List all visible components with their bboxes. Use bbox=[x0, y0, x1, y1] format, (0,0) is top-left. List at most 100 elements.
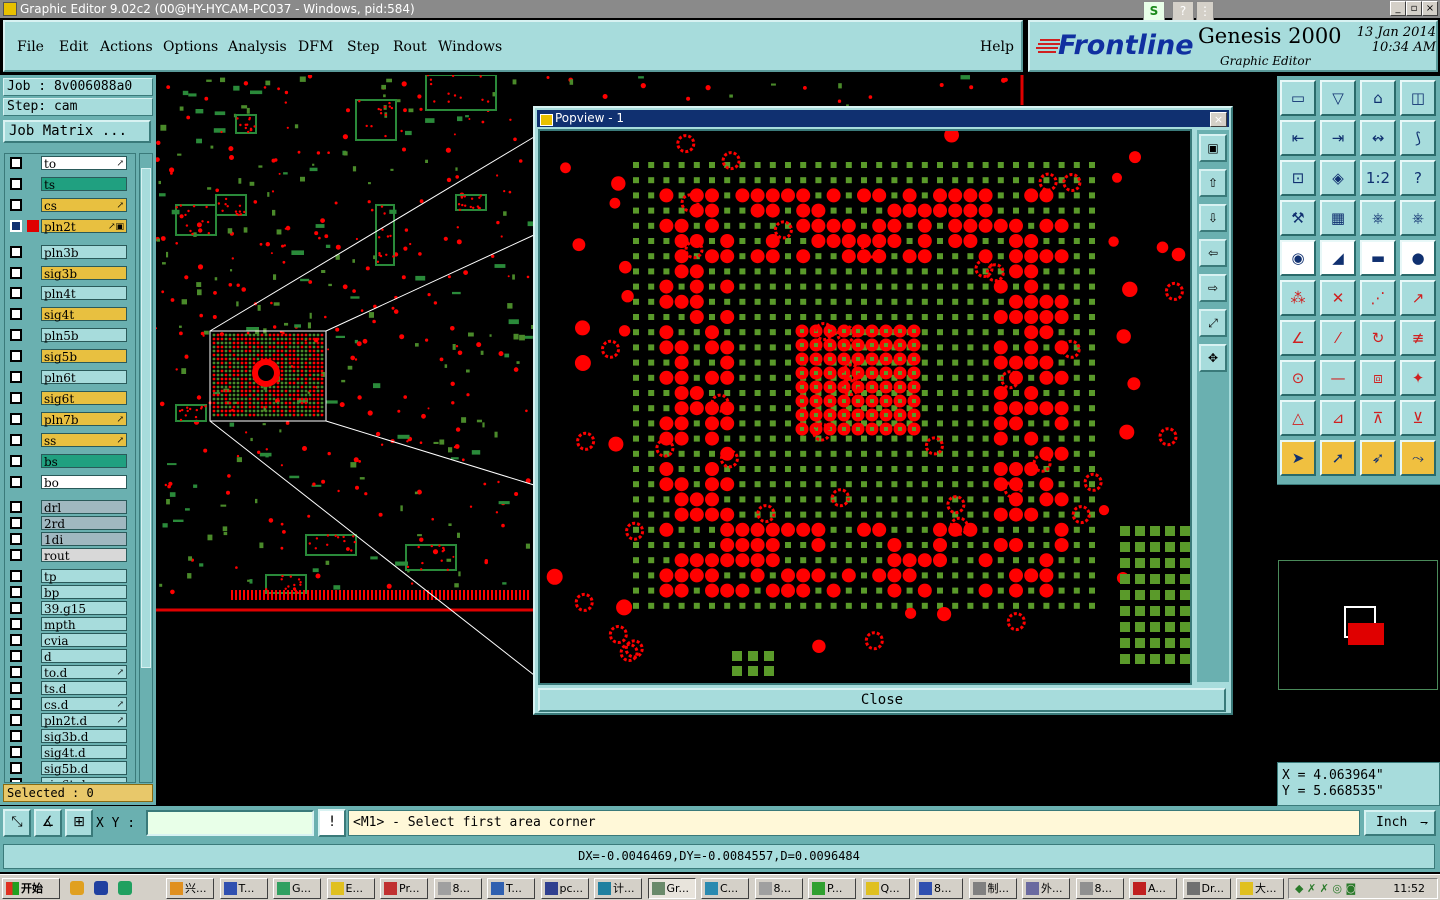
layer-checkbox[interactable] bbox=[10, 157, 22, 169]
layer-row[interactable]: sig6t bbox=[7, 390, 135, 406]
taskbar-item[interactable]: T... bbox=[219, 878, 268, 899]
layer-name[interactable]: cvia bbox=[41, 633, 127, 648]
pads-icon[interactable]: ✦ bbox=[1400, 360, 1436, 396]
net-red-2-icon[interactable]: ⎈ bbox=[1400, 200, 1436, 236]
layer-checkbox[interactable] bbox=[10, 501, 22, 514]
layer-name[interactable]: ts bbox=[41, 176, 127, 192]
layer-checkbox[interactable] bbox=[10, 350, 22, 363]
swap-icon[interactable]: ↭ bbox=[1360, 120, 1396, 156]
taskbar-item[interactable]: Dr... bbox=[1182, 878, 1231, 899]
layer-row[interactable]: sig3b.d bbox=[7, 729, 135, 744]
menu-step[interactable]: Step bbox=[347, 39, 379, 55]
window-icon[interactable]: ◫ bbox=[1400, 80, 1436, 116]
layer-row[interactable]: pln5b bbox=[7, 328, 135, 343]
layer-checkbox[interactable] bbox=[10, 570, 22, 583]
layer-checkbox[interactable] bbox=[10, 308, 22, 321]
menu-windows[interactable]: Windows bbox=[438, 39, 502, 55]
popview-tool-fit-icon[interactable]: ⤢ bbox=[1199, 309, 1227, 337]
layer-checkbox[interactable] bbox=[10, 475, 22, 488]
taskbar-item[interactable]: 制... bbox=[968, 878, 1017, 899]
zoom-center-icon[interactable]: ◈ bbox=[1320, 160, 1356, 196]
layer-row[interactable]: sig3b bbox=[7, 265, 135, 281]
layer-row[interactable]: sig4t bbox=[7, 307, 135, 322]
home-icon[interactable]: ⌂ bbox=[1360, 80, 1396, 116]
layer-name[interactable]: drl bbox=[41, 500, 127, 515]
layer-checkbox[interactable] bbox=[10, 391, 22, 404]
layer-checkbox[interactable] bbox=[10, 219, 22, 232]
fit-icon[interactable]: ⊡ bbox=[1280, 160, 1316, 196]
layer-name[interactable]: pln4t bbox=[41, 286, 127, 301]
layer-checkbox[interactable] bbox=[10, 517, 22, 530]
pointer-move-icon[interactable]: ⤳ bbox=[1400, 440, 1436, 476]
layer-name[interactable]: sig3b.d bbox=[41, 729, 127, 744]
triangle-2-icon[interactable]: ⊿ bbox=[1320, 400, 1356, 436]
pointer-box-icon[interactable]: ➚ bbox=[1320, 440, 1356, 476]
resize-icon[interactable]: ⧈ bbox=[1360, 360, 1396, 396]
close-button[interactable]: × bbox=[1422, 1, 1438, 16]
menu-edit[interactable]: Edit bbox=[59, 39, 88, 55]
job-matrix-button[interactable]: Job Matrix ... bbox=[3, 120, 151, 143]
layer-checkbox[interactable] bbox=[10, 602, 22, 615]
layer-name[interactable]: 39.g15 bbox=[41, 601, 127, 616]
pointer-icon[interactable]: ➤ bbox=[1280, 440, 1316, 476]
layer-row[interactable]: rout bbox=[7, 548, 135, 563]
dash-icon[interactable]: — bbox=[1320, 360, 1356, 396]
taskbar-item[interactable]: C... bbox=[701, 878, 749, 899]
net-red-icon[interactable]: ⎈ bbox=[1360, 200, 1396, 236]
popview-zoom-view[interactable] bbox=[538, 129, 1192, 685]
quick-launch-icon[interactable] bbox=[70, 881, 84, 895]
node-icon[interactable]: ⁂ bbox=[1280, 280, 1316, 316]
maximize-button[interactable]: ▫ bbox=[1406, 1, 1422, 16]
layer-name[interactable]: cs ↗ bbox=[41, 197, 127, 213]
pointer-select-icon[interactable]: ➶ bbox=[1360, 440, 1396, 476]
snap-icon[interactable]: ⤡ bbox=[3, 809, 31, 837]
layer-name[interactable]: bs bbox=[41, 453, 127, 469]
layer-row[interactable]: pln4t bbox=[7, 286, 135, 301]
popview-close-icon[interactable]: × bbox=[1210, 112, 1227, 127]
export-icon[interactable]: ⇥ bbox=[1320, 120, 1356, 156]
xy-input[interactable] bbox=[146, 810, 314, 836]
menu-actions[interactable]: Actions bbox=[100, 39, 153, 55]
arc-icon[interactable]: ↻ bbox=[1360, 320, 1396, 356]
taskbar-item[interactable]: Pr... bbox=[380, 878, 428, 899]
query-icon[interactable]: ? bbox=[1400, 160, 1436, 196]
layer-checkbox[interactable] bbox=[10, 586, 22, 599]
connect-icon[interactable]: ⋰ bbox=[1360, 280, 1396, 316]
triangle-3-icon[interactable]: ⊼ bbox=[1360, 400, 1396, 436]
pad-icon[interactable]: ◉ bbox=[1280, 240, 1316, 276]
layer-name[interactable]: pln7b ↗ bbox=[41, 411, 127, 427]
taskbar-item[interactable]: 大... bbox=[1236, 878, 1284, 899]
layer-checkbox[interactable] bbox=[10, 412, 22, 425]
minimize-button[interactable]: _ bbox=[1390, 1, 1406, 16]
layer-row[interactable]: sig5b bbox=[7, 349, 135, 364]
fuse-icon[interactable]: ≢ bbox=[1400, 320, 1436, 356]
layer-name[interactable]: pln2t.d ↗ bbox=[41, 713, 127, 728]
popview-tool-center-icon[interactable]: ✥ bbox=[1199, 344, 1227, 372]
layer-name[interactable]: to.d ↗ bbox=[41, 665, 127, 680]
menu-file[interactable]: File bbox=[17, 39, 44, 55]
layer-row[interactable]: to ↗ bbox=[7, 156, 135, 171]
ruler-icon[interactable]: ▬ bbox=[1360, 240, 1396, 276]
layer-row[interactable]: ts.d bbox=[7, 681, 135, 696]
layer-name[interactable]: bp bbox=[41, 585, 127, 600]
layer-row[interactable]: mpth bbox=[7, 617, 135, 632]
unit-dropdown-icon[interactable]: ⇁ bbox=[1420, 812, 1428, 834]
info-icon[interactable]: ! bbox=[318, 809, 346, 837]
layer-checkbox[interactable] bbox=[10, 714, 22, 727]
layer-name[interactable]: cs.d ↗ bbox=[41, 697, 127, 712]
layer-checkbox[interactable] bbox=[10, 287, 22, 300]
quick-launch-icon[interactable] bbox=[118, 881, 132, 895]
layer-row[interactable]: to.d ↗ bbox=[7, 665, 135, 680]
layer-checkbox[interactable] bbox=[10, 245, 22, 258]
menu-options[interactable]: Options bbox=[163, 39, 218, 55]
layer-row[interactable]: d bbox=[7, 649, 135, 664]
layer-checkbox[interactable] bbox=[10, 682, 22, 695]
layer-checkbox[interactable] bbox=[10, 746, 22, 759]
layer-checkbox[interactable] bbox=[10, 634, 22, 647]
tray-icons[interactable]: ◆ ✗ ✗ ◎ ◙ bbox=[1295, 879, 1356, 898]
layer-name[interactable]: ss ↗ bbox=[41, 432, 127, 448]
layer-row[interactable]: bs bbox=[7, 453, 135, 469]
taskbar-item[interactable]: pc... bbox=[540, 878, 589, 899]
layer-row[interactable]: pln6t bbox=[7, 370, 135, 385]
layer-row[interactable]: sig6t.d bbox=[7, 777, 135, 782]
